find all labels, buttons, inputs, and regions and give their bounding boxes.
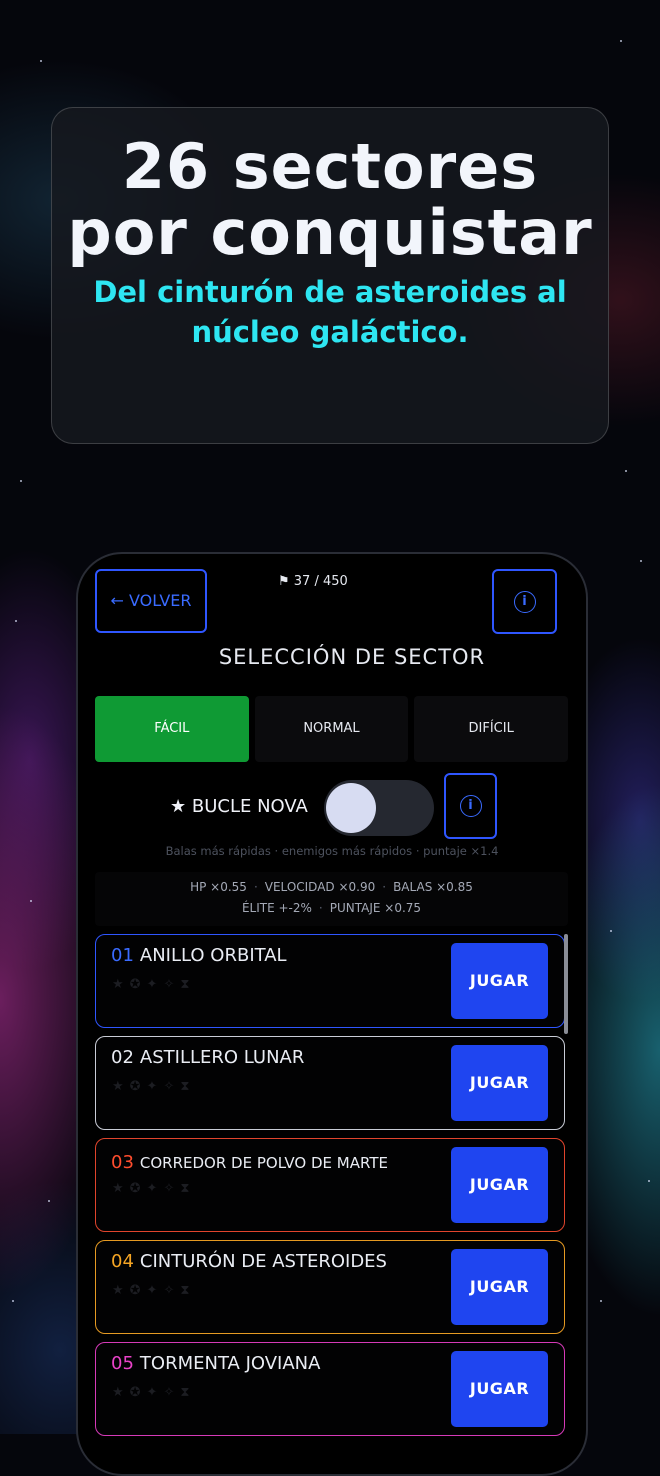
sector-rating-icons: ★✪✦✧⧗ (112, 1181, 196, 1196)
play-button[interactable]: JUGAR (451, 1147, 548, 1223)
sector-rating-icons: ★✪✦✧⧗ (112, 1079, 196, 1094)
back-button[interactable]: ← VOLVER (95, 569, 207, 633)
sector-name: 03 CORREDOR DE POLVO DE MARTE (111, 1152, 388, 1173)
sector-card[interactable]: 04 CINTURÓN DE ASTEROIDES ★✪✦✧⧗ JUGAR (95, 1240, 565, 1334)
play-button[interactable]: JUGAR (451, 943, 548, 1019)
modifier-hp: HP ×0.55 (190, 880, 247, 894)
progress-counter: ⚑ 37 / 450 (278, 574, 348, 589)
sector-card[interactable]: 02 ASTILLERO LUNAR ★✪✦✧⧗ JUGAR (95, 1036, 565, 1130)
difficulty-tabs: FÁCIL NORMAL DIFÍCIL (95, 696, 569, 762)
scrollbar[interactable] (564, 934, 568, 1034)
modifiers-line-1: HP ×0.55 · VELOCIDAD ×0.90 · BALAS ×0.85 (190, 880, 473, 894)
nova-description: Balas más rápidas · enemigos más rápidos… (165, 844, 499, 858)
info-icon: i (459, 795, 482, 817)
page-title: SELECCIÓN DE SECTOR (218, 645, 486, 669)
sector-name: 01 ANILLO ORBITAL (111, 945, 287, 966)
play-button[interactable]: JUGAR (451, 1249, 548, 1325)
play-button[interactable]: JUGAR (451, 1045, 548, 1121)
sector-name: 05 TORMENTA JOVIANA (111, 1353, 321, 1374)
info-button[interactable]: i (492, 569, 557, 634)
modifiers-panel: HP ×0.55 · VELOCIDAD ×0.90 · BALAS ×0.85 ÉLI… (95, 872, 568, 926)
hero-subtitle: Del cinturón de asteroides al núcleo gal… (93, 275, 567, 349)
hero-card: 26 sectores por conquistar Del cinturón … (51, 107, 609, 444)
nova-info-button[interactable]: i (444, 773, 497, 839)
modifiers-line-2: ÉLITE +-2% · PUNTAJE ×0.75 (241, 901, 422, 915)
sector-number: 05 (111, 1353, 134, 1374)
tab-dificil[interactable]: DIFÍCIL (414, 696, 569, 762)
modifier-bullets: BALAS ×0.85 (393, 880, 473, 894)
sector-name: 02 ASTILLERO LUNAR (111, 1047, 305, 1068)
tab-facil[interactable]: FÁCIL (95, 696, 249, 762)
play-button[interactable]: JUGAR (451, 1351, 548, 1427)
modifier-speed: VELOCIDAD ×0.90 (264, 880, 376, 894)
phone-frame: ← VOLVER ⚑ 37 / 450 i SELECCIÓN DE SECTO… (76, 552, 588, 1476)
info-icon: i (513, 590, 536, 613)
nova-label: ★ BUCLE NOVA (170, 796, 308, 817)
sector-rating-icons: ★✪✦✧⧗ (112, 1283, 196, 1298)
sector-rating-icons: ★✪✦✧⧗ (112, 1385, 196, 1400)
modifier-score: PUNTAJE ×0.75 (329, 901, 422, 915)
nova-toggle[interactable] (324, 780, 434, 836)
sector-list: 01 ANILLO ORBITAL ★✪✦✧⧗ JUGAR 02 ASTILLERO… (95, 934, 565, 1444)
sector-select-screen: ← VOLVER ⚑ 37 / 450 i SELECCIÓN DE SECTO… (78, 554, 586, 1474)
hero-title: 26 sectores por conquistar (67, 130, 593, 269)
sector-card[interactable]: 01 ANILLO ORBITAL ★✪✦✧⧗ JUGAR (95, 934, 565, 1028)
sector-number: 04 (111, 1251, 134, 1272)
sector-number: 03 (111, 1152, 134, 1173)
sector-number: 02 (111, 1047, 134, 1068)
sector-rating-icons: ★✪✦✧⧗ (112, 977, 196, 992)
sector-card[interactable]: 05 TORMENTA JOVIANA ★✪✦✧⧗ JUGAR (95, 1342, 565, 1436)
modifier-elite: ÉLITE +-2% (241, 901, 312, 915)
sector-name: 04 CINTURÓN DE ASTEROIDES (111, 1251, 387, 1272)
tab-normal[interactable]: NORMAL (254, 696, 409, 762)
sector-card[interactable]: 03 CORREDOR DE POLVO DE MARTE ★✪✦✧⧗ JUGAR (95, 1138, 565, 1232)
toggle-knob (326, 783, 376, 833)
sector-number: 01 (111, 945, 134, 966)
